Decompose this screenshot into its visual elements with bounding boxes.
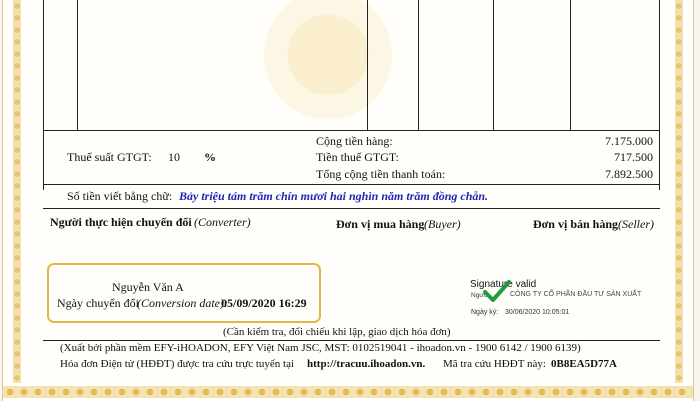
signed-date-label: Ngày ký: xyxy=(471,309,499,316)
table-row-divider xyxy=(43,184,660,185)
amount-words-label: Số tiền viết bằng chữ: xyxy=(67,189,173,203)
conversion-date-value: 05/09/2020 16:29 xyxy=(221,296,307,310)
table-row-divider xyxy=(43,208,660,209)
table-border-right xyxy=(659,0,660,190)
converter-name: Nguyễn Văn A xyxy=(112,280,184,294)
lookup-code-value: 0B8EA5D77A xyxy=(551,358,618,370)
grand-total-label: Tổng cộng tiền thanh toán: xyxy=(316,167,446,181)
decorative-border-bottom xyxy=(3,383,693,401)
lookup-text: Hóa đơn Điện tử (HĐĐT) được tra cứu trực… xyxy=(60,358,295,370)
buyer-label: Đơn vị mua hàng xyxy=(336,217,425,231)
lookup-code-label: Mã tra cứu HĐĐT này: xyxy=(443,358,546,370)
table-column-divider xyxy=(418,0,419,130)
grand-total-value: 7.892.500 xyxy=(605,167,653,181)
signed-date-value: 30/06/2020 10:05:01 xyxy=(505,309,570,316)
vat-amount-label: Tiền thuế GTGT: xyxy=(316,150,399,164)
conversion-date-label: Ngày chuyển đổi xyxy=(57,296,139,310)
seller-label-en: (Seller) xyxy=(618,217,654,231)
vat-rate-unit: % xyxy=(204,150,216,164)
converter-label: Người thực hiện chuyển đổi xyxy=(50,215,192,229)
amount-words-value: Bảy triệu tám trăm chín mươi hai nghìn n… xyxy=(179,189,489,203)
invoice-page: Cộng tiền hàng: 7.175.000 Thuế suất GTGT… xyxy=(2,0,694,401)
software-line: (Xuất bởi phần mềm EFY-iHOADON, EFY Việt… xyxy=(60,342,581,354)
vat-amount-value: 717.500 xyxy=(614,150,653,164)
table-column-divider xyxy=(77,0,78,130)
table-row-divider xyxy=(43,130,660,131)
table-column-divider xyxy=(493,0,494,130)
conversion-highlight-box xyxy=(47,263,321,323)
buyer-label-en: (Buyer) xyxy=(424,217,461,231)
goods-total-label: Cộng tiền hàng: xyxy=(316,134,393,148)
signature-check-icon xyxy=(483,280,511,302)
vat-rate-value: 10 xyxy=(168,150,180,164)
lookup-url: http://tracuu.ihoadon.vn. xyxy=(307,358,426,370)
goods-total-value: 7.175.000 xyxy=(605,134,653,148)
table-column-divider xyxy=(570,0,571,130)
table-column-divider xyxy=(367,0,368,130)
conversion-date-label-en: (Conversion date): xyxy=(137,296,228,310)
vat-rate-label: Thuế suất GTGT: xyxy=(67,150,152,164)
decorative-border-left xyxy=(11,0,23,401)
signed-by-value: CÔNG TY CỔ PHẦN ĐẦU TƯ SẢN XUẤT xyxy=(510,291,642,298)
converter-label-en: (Converter) xyxy=(194,215,251,229)
check-note: (Cần kiểm tra, đối chiếu khi lập, giao d… xyxy=(223,326,451,338)
footer-divider xyxy=(43,340,660,341)
watermark-logo xyxy=(253,0,403,130)
decorative-border-right xyxy=(673,0,685,401)
seller-label: Đơn vị bán hàng xyxy=(533,217,619,231)
table-border-left xyxy=(43,0,44,190)
